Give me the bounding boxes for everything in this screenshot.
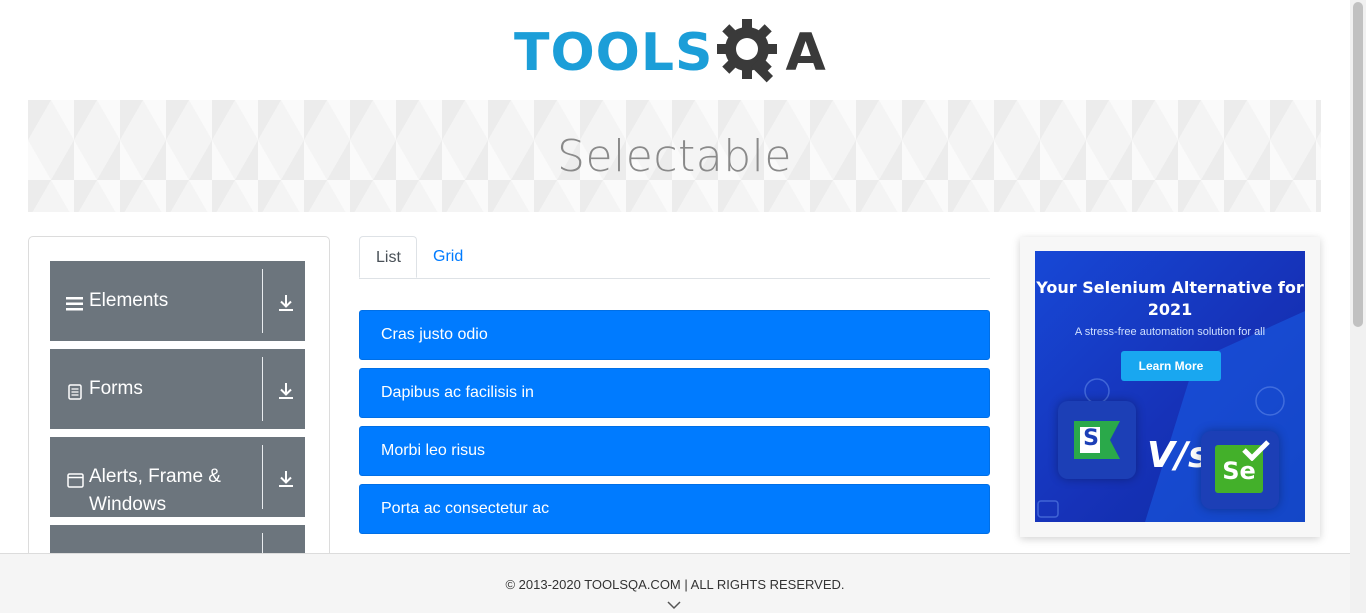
sidebar-group-alerts-frame-windows[interactable]: Alerts, Frame & Windows xyxy=(50,437,305,517)
tab-bar: List Grid xyxy=(359,236,990,279)
download-arrow-icon[interactable] xyxy=(276,381,296,401)
scrollbar[interactable] xyxy=(1350,0,1366,613)
learn-more-button[interactable]: Learn More xyxy=(1121,351,1221,381)
group-divider xyxy=(262,357,263,421)
check-icon xyxy=(1242,440,1270,461)
scrollbar-thumb[interactable] xyxy=(1353,2,1363,327)
sidebar-group-label: Elements xyxy=(89,290,169,311)
logo-qa: A xyxy=(717,17,826,89)
sidebar-group-forms[interactable]: Forms xyxy=(50,349,305,429)
hamburger-icon xyxy=(66,295,84,313)
toolsqa-logo[interactable]: TOOLS A xyxy=(514,14,838,92)
ad-subtitle: A stress-free automation solution for al… xyxy=(1074,326,1266,338)
footer: © 2013-2020 TOOLSQA.COM | ALL RIGHTS RES… xyxy=(0,553,1350,613)
right-logo-letters: Se xyxy=(1222,457,1256,485)
ad-title: Your Selenium Alternative for 2021 xyxy=(1036,278,1304,319)
list-item[interactable]: Porta ac consectetur ac xyxy=(359,484,990,534)
copyright-text: © 2013-2020 TOOLSQA.COM | ALL RIGHTS RES… xyxy=(505,577,845,592)
list-item[interactable]: Cras justo odio xyxy=(359,310,990,360)
sidebar-group-label: Forms xyxy=(89,378,143,399)
logo-tools-text: TOOLS xyxy=(514,23,714,83)
group-divider xyxy=(262,269,263,333)
sidebar-group-label: Alerts, Frame & Windows xyxy=(89,466,221,515)
page-title: Selectable xyxy=(557,130,792,182)
katalon-logo-tile: S xyxy=(1058,401,1136,479)
sidebar-group-elements[interactable]: Elements xyxy=(50,261,305,341)
ad-banner[interactable]: Your Selenium Alternative for 2021 A str… xyxy=(1035,251,1305,522)
selenium-logo-tile: Se xyxy=(1201,431,1279,509)
download-arrow-icon[interactable] xyxy=(276,293,296,313)
logo-a-text: A xyxy=(785,23,826,83)
gear-magnifier-icon xyxy=(717,19,778,83)
left-logo-letter: S xyxy=(1083,426,1099,451)
download-arrow-icon[interactable] xyxy=(276,469,296,489)
list-item[interactable]: Dapibus ac facilisis in xyxy=(359,368,990,418)
group-divider xyxy=(262,445,263,509)
ad-container: Your Selenium Alternative for 2021 A str… xyxy=(1020,237,1320,537)
page: TOOLS A Selectable Elements Forms Alerts… xyxy=(0,0,1366,613)
tab-grid[interactable]: Grid xyxy=(417,236,479,277)
chevron-down-icon[interactable] xyxy=(667,600,681,610)
list-item[interactable]: Morbi leo risus xyxy=(359,426,990,476)
window-icon xyxy=(66,471,84,489)
page-banner: Selectable xyxy=(28,100,1321,212)
document-icon xyxy=(66,383,84,401)
tab-list[interactable]: List xyxy=(359,236,417,278)
sidebar: Elements Forms Alerts, Frame & Windows xyxy=(28,236,330,578)
